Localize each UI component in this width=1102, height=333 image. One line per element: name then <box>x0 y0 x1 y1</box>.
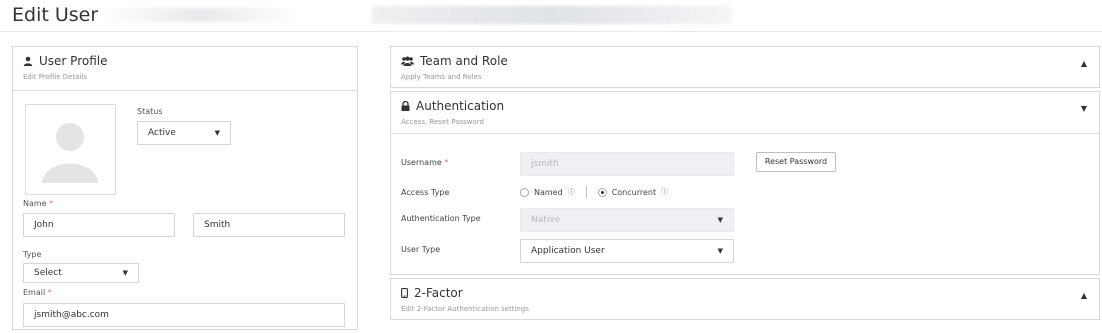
authentication-type-value: Native <box>531 215 561 225</box>
first-name-input[interactable]: John <box>23 213 175 237</box>
authentication-subtitle: Access, Reset Password <box>401 118 484 126</box>
email-input[interactable]: jsmith@abc.com <box>23 303 345 327</box>
panel-title: 2-Factor <box>401 286 463 300</box>
authentication-panel: Authentication Access, Reset Password ▼ … <box>390 91 1100 275</box>
status-label: Status <box>137 107 163 116</box>
blurred-region <box>372 6 732 24</box>
info-icon[interactable]: ⓘ <box>568 187 575 197</box>
avatar-placeholder-icon <box>42 123 98 183</box>
chevron-down-icon[interactable]: ▼ <box>1081 104 1087 113</box>
authentication-type-label: Authentication Type <box>401 214 481 223</box>
page-title: Edit User <box>12 4 99 26</box>
chevron-down-icon: ▼ <box>122 269 128 277</box>
chevron-down-icon: ▼ <box>717 247 723 255</box>
team-role-title: Team and Role <box>420 54 508 68</box>
page-header: Edit User <box>0 0 1102 32</box>
authentication-type-select[interactable]: Native ▼ <box>520 208 734 232</box>
access-concurrent-label: Concurrent <box>611 187 657 197</box>
panel-title: Authentication <box>401 99 504 113</box>
access-concurrent-radio[interactable] <box>597 187 607 197</box>
authentication-title: Authentication <box>416 99 505 113</box>
access-type-label: Access Type <box>401 188 450 197</box>
user-type-label: User Type <box>401 245 441 254</box>
required-mark: * <box>49 199 54 208</box>
panel-title: Team and Role <box>401 54 508 68</box>
required-mark: * <box>47 288 52 297</box>
name-label: Name * <box>23 199 54 208</box>
user-profile-panel: User Profile Edit Profile Details Status… <box>12 46 358 330</box>
mobile-icon <box>401 288 408 298</box>
chevron-down-icon: ▼ <box>717 216 723 224</box>
divider <box>585 186 587 198</box>
status-select[interactable]: Active ▼ <box>137 121 231 145</box>
team-role-panel[interactable]: Team and Role Apply Teams and Roles ▲ <box>390 46 1100 88</box>
authentication-header[interactable]: Authentication Access, Reset Password ▼ <box>391 92 1099 134</box>
users-icon <box>401 56 414 66</box>
username-input[interactable]: jsmith <box>520 152 734 176</box>
user-type-select[interactable]: Application User ▼ <box>520 239 734 263</box>
team-role-subtitle: Apply Teams and Roles <box>401 73 482 81</box>
two-factor-panel[interactable]: 2-Factor Edit 2-Factor Authentication se… <box>390 278 1100 320</box>
two-factor-title: 2-Factor <box>414 286 463 300</box>
username-label: Username * <box>401 158 449 167</box>
type-value: Select <box>34 268 62 278</box>
chevron-up-icon[interactable]: ▲ <box>1081 59 1087 68</box>
user-profile-title: User Profile <box>39 54 108 68</box>
reset-password-button[interactable]: Reset Password <box>756 152 836 172</box>
type-select[interactable]: Select ▼ <box>23 263 139 283</box>
access-named-radio[interactable] <box>520 187 529 197</box>
user-profile-header: User Profile Edit Profile Details <box>13 47 357 91</box>
two-factor-subtitle: Edit 2-Factor Authentication settings <box>401 305 529 313</box>
user-type-value: Application User <box>531 246 605 256</box>
avatar[interactable] <box>25 104 116 195</box>
access-type-options: Named ⓘ Concurrent ⓘ <box>520 186 668 198</box>
access-named-label: Named <box>534 187 563 197</box>
status-value: Active <box>148 128 176 138</box>
lock-icon <box>401 101 410 111</box>
chevron-down-icon: ▼ <box>214 129 220 137</box>
user-icon <box>23 56 33 66</box>
email-label: Email * <box>23 288 52 297</box>
user-profile-subtitle: Edit Profile Details <box>23 73 88 81</box>
chevron-up-icon[interactable]: ▲ <box>1081 291 1087 300</box>
required-mark: * <box>444 158 449 167</box>
panel-title: User Profile <box>23 54 107 68</box>
blurred-region <box>100 8 300 22</box>
last-name-input[interactable]: Smith <box>193 213 345 237</box>
info-icon[interactable]: ⓘ <box>661 187 668 197</box>
type-label: Type <box>23 250 42 259</box>
